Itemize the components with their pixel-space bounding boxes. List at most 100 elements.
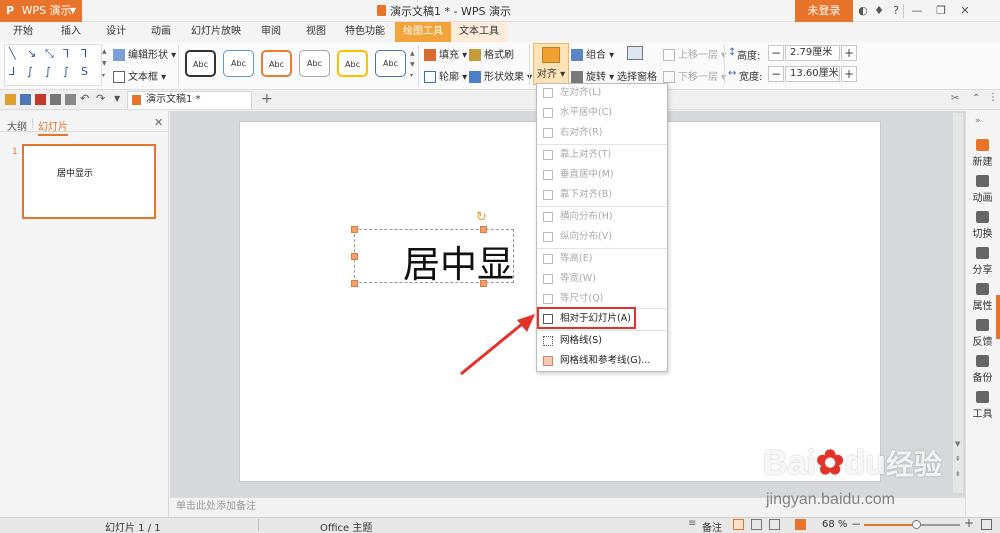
curve-connector-icon[interactable]: ∫: [27, 65, 33, 78]
sidebar-item-new[interactable]: 新建: [965, 139, 1000, 168]
sidebar-item-transition[interactable]: 切换: [965, 211, 1000, 240]
shape-style-3[interactable]: Abc: [261, 50, 292, 77]
open-icon[interactable]: [5, 94, 16, 105]
text-box[interactable]: 居中显示: [354, 229, 514, 283]
bring-forward-button[interactable]: 上移一层 ▾: [663, 46, 726, 61]
shape-style-1[interactable]: Abc: [185, 50, 216, 77]
zoom-slider[interactable]: [864, 520, 960, 529]
sidebar-collapse-icon[interactable]: »: [975, 116, 981, 126]
tab-design[interactable]: 设计: [97, 22, 135, 42]
customize-toolbar-icon[interactable]: ▼: [114, 94, 120, 103]
height-minus-button[interactable]: −: [768, 45, 784, 61]
sidebar-item-tools[interactable]: 工具: [965, 391, 1000, 420]
menu-item-same-height[interactable]: 等高(E): [540, 250, 664, 268]
menu-item-align-left[interactable]: 左对齐(L): [540, 84, 664, 102]
sidebar-expand-tab[interactable]: [996, 295, 1000, 339]
zoom-level[interactable]: 68 %: [822, 519, 847, 530]
resize-handle-n[interactable]: [480, 226, 487, 233]
undo-icon[interactable]: ↶: [80, 92, 89, 105]
shape-style-2[interactable]: Abc: [223, 50, 254, 77]
collapse-ribbon-icon[interactable]: ⌃: [972, 93, 980, 104]
edit-shape-button[interactable]: 编辑形状 ▾: [113, 46, 176, 61]
tab-animation[interactable]: 动画: [142, 22, 180, 42]
menu-item-align-top[interactable]: 靠上对齐(T): [540, 146, 664, 164]
minimize-icon[interactable]: —: [910, 4, 924, 18]
slideshow-icon[interactable]: [795, 519, 806, 530]
sidebar-item-backup[interactable]: 备份: [965, 355, 1000, 384]
resize-handle-s[interactable]: [480, 280, 487, 287]
rotate-handle-icon[interactable]: ↻: [476, 210, 487, 225]
resize-handle-sw[interactable]: [351, 280, 358, 287]
elbow-arrow-icon[interactable]: ⅂: [81, 47, 87, 60]
tab-home[interactable]: 开始: [4, 22, 42, 42]
tab-special[interactable]: 特色功能: [341, 22, 389, 42]
login-button[interactable]: 未登录: [795, 0, 853, 22]
sidebar-item-properties[interactable]: 属性: [965, 283, 1000, 312]
tab-review[interactable]: 审阅: [252, 22, 290, 42]
shape-style-4[interactable]: Abc: [299, 50, 330, 77]
tab-insert[interactable]: 插入: [52, 22, 90, 42]
shape-gallery[interactable]: ╲ ↘ ⤡ ⅂ ⅂ ⅃ ∫ ∫ ∫ S: [4, 44, 102, 86]
width-input[interactable]: 13.60厘米: [785, 66, 840, 82]
sorter-view-icon[interactable]: [751, 519, 762, 530]
redo-icon[interactable]: ↷: [96, 92, 105, 105]
fit-window-icon[interactable]: [981, 519, 992, 530]
menu-item-distribute-horizontal[interactable]: 横向分布(H): [540, 208, 664, 226]
align-button[interactable]: 对齐 ▾: [533, 43, 569, 85]
freeform-icon[interactable]: S: [81, 65, 88, 78]
app-menu-button[interactable]: P WPS 演示 ▼: [0, 0, 82, 22]
slide-text[interactable]: 居中显示: [403, 234, 513, 282]
elbow-connector-icon[interactable]: ⅂: [63, 47, 69, 60]
zoom-in-button[interactable]: +: [964, 516, 974, 530]
menu-item-align-center[interactable]: 水平居中(C): [540, 104, 664, 122]
menu-item-same-size[interactable]: 等尺寸(Q): [540, 290, 664, 308]
menu-item-gridlines[interactable]: 网格线(S): [540, 332, 664, 350]
close-icon[interactable]: ✕: [958, 4, 972, 18]
elbow-double-arrow-icon[interactable]: ⅃: [9, 65, 15, 78]
normal-view-icon[interactable]: [733, 519, 744, 530]
print-preview-icon[interactable]: [65, 94, 76, 105]
tab-slides[interactable]: 幻灯片: [38, 118, 68, 136]
shirt-icon[interactable]: ♦: [872, 4, 886, 18]
more-icon[interactable]: ⋮: [988, 92, 998, 103]
double-arrow-shape-icon[interactable]: ⤡: [45, 47, 54, 61]
menu-item-align-middle[interactable]: 垂直居中(M): [540, 166, 664, 184]
send-backward-button[interactable]: 下移一层 ▾: [663, 68, 726, 83]
width-plus-button[interactable]: +: [841, 66, 857, 82]
slide-thumbnail[interactable]: 居中显示: [22, 144, 156, 219]
style-scroll-icon[interactable]: ▲ ▼ ▾: [410, 48, 417, 82]
prev-slide-icon[interactable]: ⇞: [955, 455, 961, 463]
document-tab[interactable]: 演示文稿1 *: [127, 91, 252, 109]
menu-item-distribute-vertical[interactable]: 纵向分布(V): [540, 228, 664, 246]
curve-arrow-icon[interactable]: ∫: [45, 65, 51, 78]
tab-drawing-tools[interactable]: 绘图工具: [395, 22, 451, 42]
shape-effect-button[interactable]: 形状效果 ▾: [469, 68, 532, 83]
menu-item-align-right[interactable]: 右对齐(R): [540, 124, 664, 142]
arrow-shape-icon[interactable]: ↘: [27, 47, 36, 60]
gallery-scroll-icon[interactable]: ▲ ▼ ▾: [102, 46, 108, 82]
menu-item-align-bottom[interactable]: 靠下对齐(B): [540, 186, 664, 204]
new-tab-button[interactable]: +: [261, 91, 273, 107]
pin-icon[interactable]: ✂: [951, 93, 959, 104]
fill-button[interactable]: 填充 ▾: [424, 46, 467, 61]
shape-style-5[interactable]: Abc: [337, 50, 368, 77]
height-input[interactable]: 2.79厘米: [785, 45, 840, 61]
group-button[interactable]: 组合 ▾: [571, 46, 614, 61]
vertical-scrollbar[interactable]: [953, 113, 963, 493]
scroll-down-icon[interactable]: ▼: [955, 440, 960, 448]
menu-item-same-width[interactable]: 等宽(W): [540, 270, 664, 288]
width-minus-button[interactable]: −: [768, 66, 784, 82]
notes-toggle-label[interactable]: 备注: [702, 519, 722, 533]
resize-handle-nw[interactable]: [351, 226, 358, 233]
tab-view[interactable]: 视图: [297, 22, 335, 42]
text-box-button[interactable]: 文本框 ▾: [113, 68, 166, 83]
sidebar-item-feedback[interactable]: 反馈: [965, 319, 1000, 348]
zoom-slider-thumb[interactable]: [911, 520, 921, 529]
export-pdf-icon[interactable]: [35, 94, 46, 105]
print-icon[interactable]: [50, 94, 61, 105]
zoom-out-button[interactable]: −: [851, 517, 861, 531]
restore-icon[interactable]: ❐: [934, 4, 948, 18]
close-panel-icon[interactable]: ✕: [154, 116, 163, 129]
next-slide-icon[interactable]: ⇟: [955, 470, 961, 478]
height-plus-button[interactable]: +: [841, 45, 857, 61]
